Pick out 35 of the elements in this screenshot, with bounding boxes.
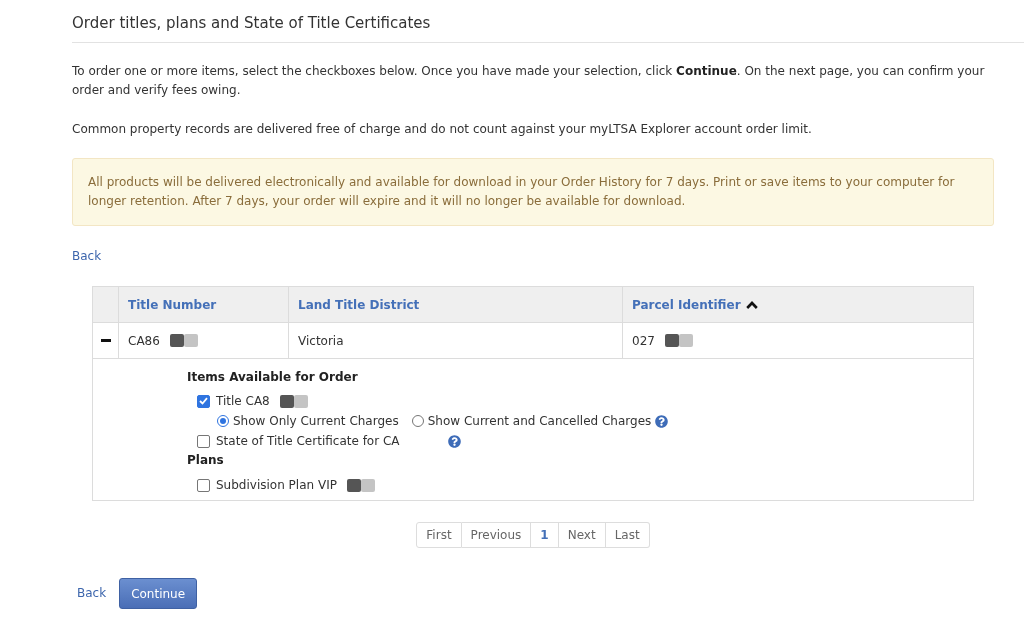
continue-button[interactable]: Continue bbox=[119, 578, 198, 609]
checkbox-label: Subdivision Plan VIP bbox=[216, 477, 337, 494]
page-button[interactable]: 1 bbox=[531, 522, 559, 548]
back-link[interactable]: Back bbox=[77, 584, 107, 603]
checkbox[interactable] bbox=[197, 478, 210, 492]
page-title: Order titles, plans and State of Title Certificates bbox=[72, 13, 431, 34]
notice-alert: All products will be delivered electronically and available for download in your Order History for 7 days. Print or save items to your computer for longer retention. After 7 days, your order will expire and it will no longer be available for download. bbox=[72, 158, 994, 226]
radio-button[interactable] bbox=[411, 415, 424, 427]
help-icon[interactable] bbox=[655, 414, 669, 428]
cell-text: 027 bbox=[632, 333, 655, 348]
page-button[interactable]: Previous bbox=[461, 522, 532, 548]
help-icon[interactable] bbox=[447, 434, 461, 448]
checkbox-label: State of Title Certificate for CA bbox=[216, 433, 400, 450]
checkbox[interactable] bbox=[197, 434, 210, 448]
page-button[interactable]: Last bbox=[605, 522, 650, 548]
radio-label: Show Only Current Charges bbox=[233, 413, 399, 430]
checkmark-icon bbox=[199, 397, 208, 405]
radio-button[interactable] bbox=[217, 415, 229, 427]
section-heading: Plans bbox=[187, 452, 224, 469]
cell-text: CA86 bbox=[128, 333, 160, 348]
column-heading[interactable]: Land Title District bbox=[298, 297, 420, 312]
checkbox-label: Title CA8 bbox=[216, 393, 270, 410]
section-heading: Items Available for Order bbox=[187, 369, 358, 386]
column-heading[interactable]: Title Number bbox=[128, 297, 217, 312]
column-heading[interactable]: Parcel Identifier bbox=[632, 297, 741, 312]
page-button[interactable]: Next bbox=[558, 522, 606, 548]
chevron-up-icon[interactable] bbox=[745, 300, 758, 309]
radio-label: Show Current and Cancelled Charges bbox=[427, 413, 652, 430]
instruction-text: To order one or more items, select the checkboxes below. Once you have made your selection, click Continue. On the next page, you can confirm your order and verify fees owing. bbox=[72, 63, 986, 99]
back-link[interactable]: Back bbox=[72, 247, 102, 266]
minus-icon[interactable] bbox=[100, 339, 111, 342]
checkbox[interactable] bbox=[197, 394, 210, 408]
cell-text: Victoria bbox=[298, 333, 344, 348]
instruction-text: Common property records are delivered free of charge and do not count against your myLTSA Explorer account order limit. bbox=[72, 121, 813, 138]
page-button[interactable]: First bbox=[416, 522, 462, 548]
